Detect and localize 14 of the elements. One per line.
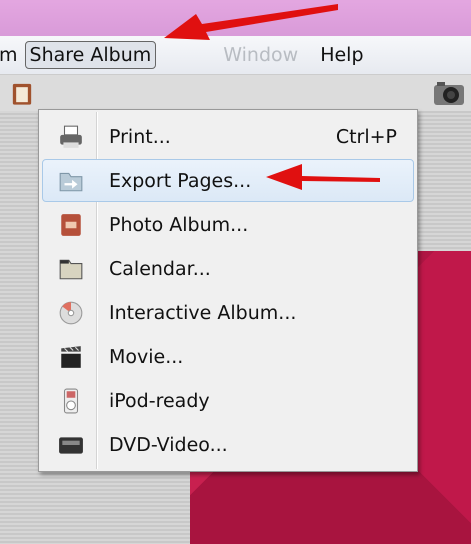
menu-item[interactable]: Calendar... xyxy=(42,247,414,290)
menu-item[interactable]: Help xyxy=(315,41,369,69)
menu-item[interactable]: Export Pages... xyxy=(42,159,414,202)
menu-item[interactable]: Movie... xyxy=(42,335,414,378)
menu-item[interactable]: Interactive Album... xyxy=(42,291,414,334)
menu-item[interactable]: Photo Album... xyxy=(42,203,414,246)
menu-item[interactable]: DVD-Video... xyxy=(42,423,414,466)
menu-item[interactable]: m xyxy=(0,41,23,69)
menu-item[interactable]: iPod-ready xyxy=(42,379,414,422)
menu-item[interactable]: Share Album xyxy=(24,41,156,69)
disc-icon xyxy=(58,300,84,326)
menu-item[interactable]: Print... Ctrl+P xyxy=(42,115,414,158)
printer-icon xyxy=(58,124,84,150)
camera-icon[interactable] xyxy=(433,80,465,106)
